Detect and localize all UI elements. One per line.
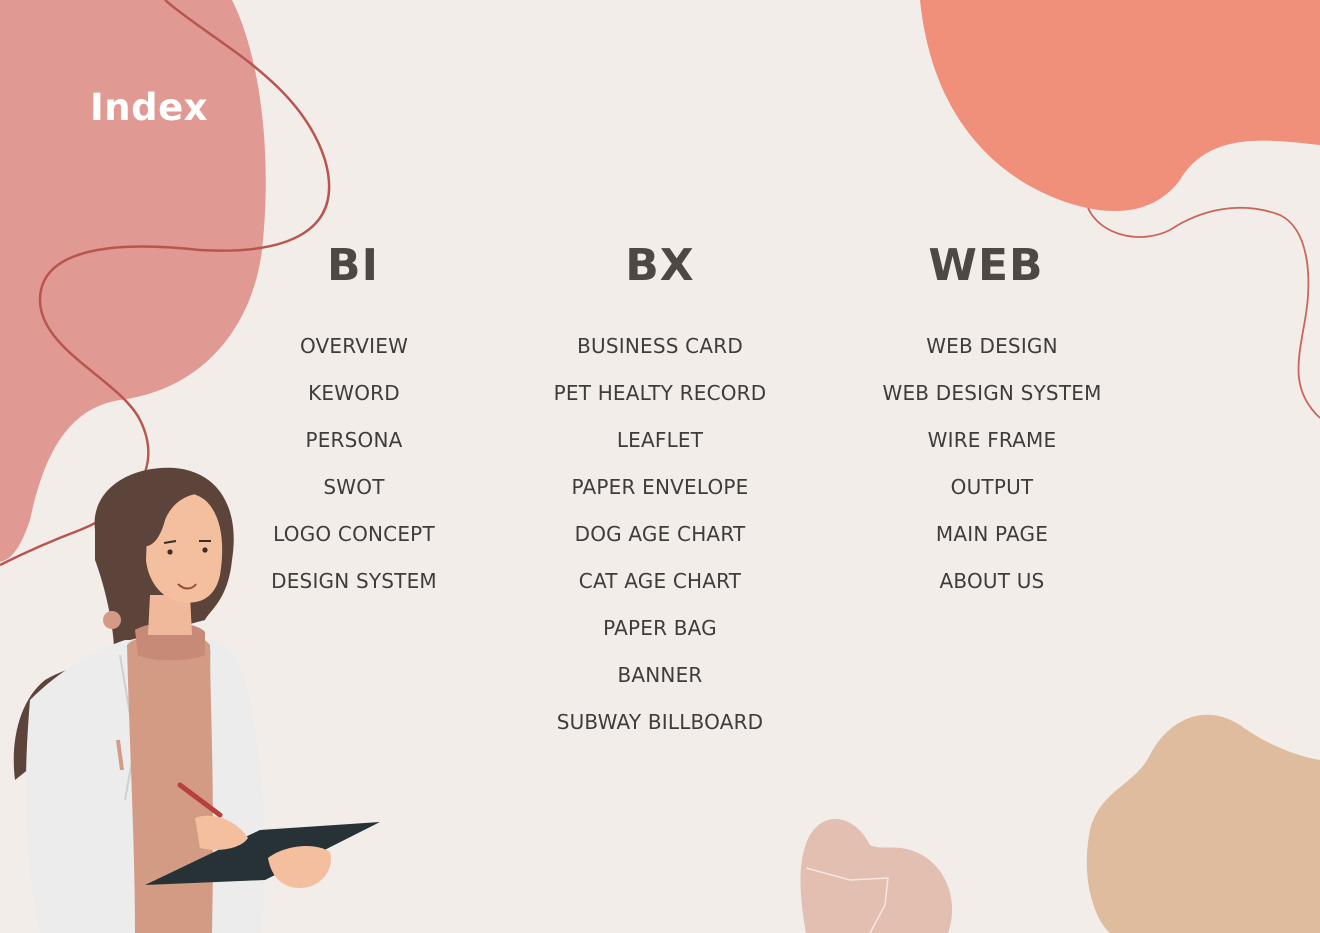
list-item-paper-envelope[interactable]: PAPER ENVELOPE — [510, 475, 810, 522]
list-item-overview[interactable]: OVERVIEW — [204, 334, 504, 381]
list-item-banner[interactable]: BANNER — [510, 663, 810, 710]
list-item-business-card[interactable]: BUSINESS CARD — [510, 334, 810, 381]
bottom-right-blob — [1086, 714, 1320, 933]
column-bi: BI OVERVIEW KEWORD PERSONA SWOT LOGO CON… — [204, 238, 504, 616]
list-item-pet-healty-record[interactable]: PET HEALTY RECORD — [510, 381, 810, 428]
list-item-web-design[interactable]: WEB DESIGN — [842, 334, 1142, 381]
list-item-leaflet[interactable]: LEAFLET — [510, 428, 810, 475]
column-heading-web: WEB — [928, 240, 1044, 291]
list-item-keword[interactable]: KEWORD — [204, 381, 504, 428]
list-item-swot[interactable]: SWOT — [204, 475, 504, 522]
column-bx: BX BUSINESS CARD PET HEALTY RECORD LEAFL… — [510, 238, 810, 757]
list-item-subway-billboard[interactable]: SUBWAY BILLBOARD — [510, 710, 810, 757]
list-item-wire-frame[interactable]: WIRE FRAME — [842, 428, 1142, 475]
list-item-cat-age-chart[interactable]: CAT AGE CHART — [510, 569, 810, 616]
column-heading-bx: BX — [625, 240, 695, 291]
list-item-persona[interactable]: PERSONA — [204, 428, 504, 475]
top-right-blob — [920, 0, 1320, 212]
bi-item-list: OVERVIEW KEWORD PERSONA SWOT LOGO CONCEP… — [204, 334, 504, 616]
list-item-paper-bag[interactable]: PAPER BAG — [510, 616, 810, 663]
page-title: Index — [90, 86, 209, 129]
list-item-design-system[interactable]: DESIGN SYSTEM — [204, 569, 504, 616]
list-item-output[interactable]: OUTPUT — [842, 475, 1142, 522]
list-item-web-design-system[interactable]: WEB DESIGN SYSTEM — [842, 381, 1142, 428]
heart-icon — [800, 818, 953, 933]
list-item-logo-concept[interactable]: LOGO CONCEPT — [204, 522, 504, 569]
web-item-list: WEB DESIGN WEB DESIGN SYSTEM WIRE FRAME … — [842, 334, 1142, 616]
column-heading-bi: BI — [327, 240, 379, 291]
list-item-dog-age-chart[interactable]: DOG AGE CHART — [510, 522, 810, 569]
list-item-about-us[interactable]: ABOUT US — [842, 569, 1142, 616]
list-item-main-page[interactable]: MAIN PAGE — [842, 522, 1142, 569]
column-web: WEB WEB DESIGN WEB DESIGN SYSTEM WIRE FR… — [842, 238, 1142, 616]
bx-item-list: BUSINESS CARD PET HEALTY RECORD LEAFLET … — [510, 334, 810, 757]
